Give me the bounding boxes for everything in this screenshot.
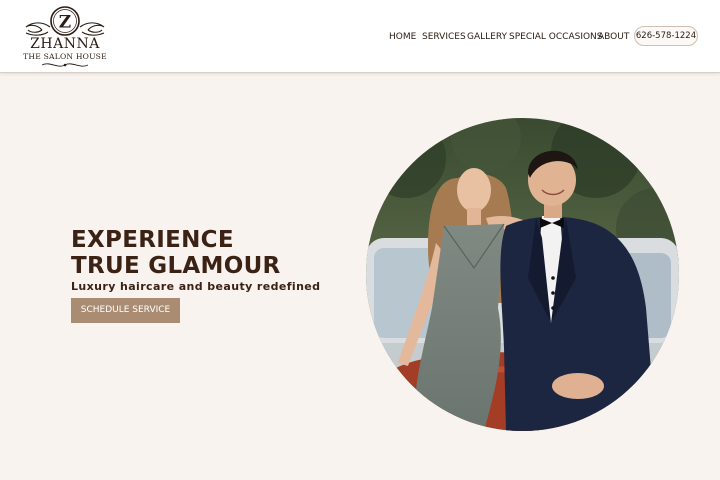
schedule-service-button[interactable]: SCHEDULE SERVICE xyxy=(71,298,180,323)
nav-special-occasions-link[interactable]: SPECIAL OCCASIONS xyxy=(509,30,603,44)
svg-text:Z: Z xyxy=(59,13,71,33)
hero-couple-photo xyxy=(366,118,679,431)
nav-about-link[interactable]: ABOUT xyxy=(598,30,629,44)
brand-tagline: THE SALON HOUSE xyxy=(23,52,107,61)
phone-button[interactable]: 626-578-1224 xyxy=(634,26,698,46)
salon-logo[interactable]: Z ZHANNA THE SALON HOUSE xyxy=(18,5,112,69)
nav-services-link[interactable]: SERVICES xyxy=(422,30,466,44)
site-header: Z ZHANNA THE SALON HOUSE HOME SERVICES G… xyxy=(0,0,720,73)
hero-subtitle: Luxury haircare and beauty redefined xyxy=(71,280,321,293)
nav-gallery-link[interactable]: GALLERY xyxy=(467,30,507,44)
flourish-icon xyxy=(41,63,89,67)
nav-home-link[interactable]: HOME xyxy=(389,30,416,44)
hero-title: EXPERIENCE TRUE GLAMOUR xyxy=(71,227,281,279)
hero-title-line-2: TRUE GLAMOUR xyxy=(71,253,281,279)
hero-title-line-1: EXPERIENCE xyxy=(71,227,234,253)
brand-name: ZHANNA xyxy=(30,36,100,52)
